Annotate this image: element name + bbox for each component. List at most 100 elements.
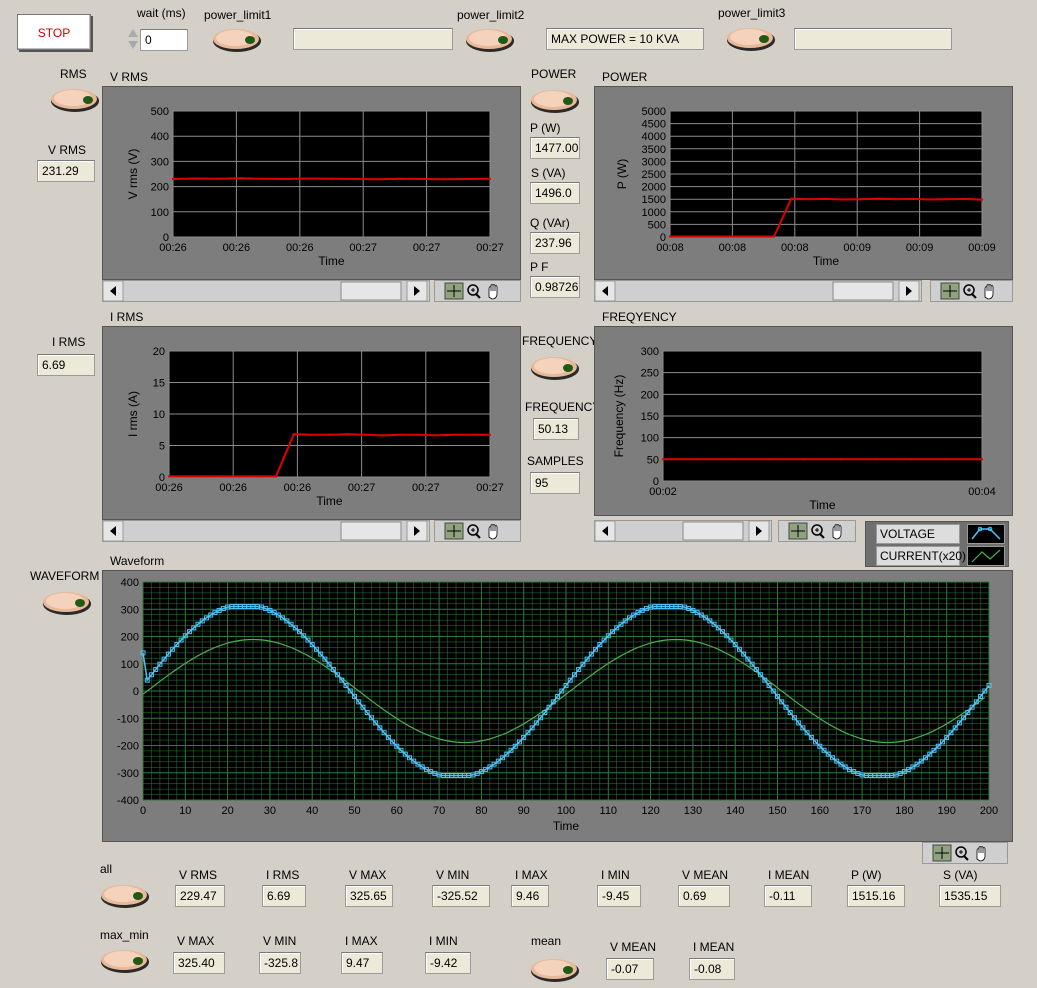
- data-point: [466, 178, 469, 181]
- stat-all-label-2: V MAX: [349, 868, 387, 882]
- graph-palette-icons[interactable]: [435, 521, 515, 541]
- y-tick-label: -100: [117, 713, 139, 725]
- rms-led[interactable]: [50, 87, 100, 113]
- data-point: [839, 458, 842, 461]
- data-point: [364, 433, 367, 436]
- data-point: [945, 458, 948, 461]
- y-tick-label: -400: [117, 795, 139, 807]
- legend-current-swatch[interactable]: [967, 546, 1005, 566]
- data-point: [382, 434, 384, 437]
- x-tick-label: 00:26: [219, 482, 247, 494]
- x-tick-label: 70: [433, 805, 445, 817]
- stat-all-label-0: V RMS: [179, 868, 218, 882]
- stat-all-value-4: 9.46: [511, 885, 549, 907]
- data-point: [874, 458, 877, 461]
- x-tick-label: 90: [518, 805, 530, 817]
- current-line-icon: [971, 549, 1001, 563]
- power-graph-palette[interactable]: [930, 280, 1013, 302]
- stat-mean-value-0: -0.07: [606, 958, 654, 980]
- irms-graph-palette[interactable]: [434, 520, 521, 542]
- data-point: [353, 178, 356, 181]
- y-tick-label: 3000: [642, 156, 666, 168]
- graph-palette-icons[interactable]: [435, 281, 515, 301]
- graph-palette-icons[interactable]: [931, 281, 1011, 301]
- data-point: [262, 177, 265, 180]
- scrollbar-arrows-icon[interactable]: [102, 520, 429, 542]
- legend-voltage-swatch[interactable]: [967, 524, 1005, 544]
- data-point: [471, 433, 474, 436]
- x-tick-label: 20: [221, 805, 233, 817]
- data-point: [825, 197, 827, 200]
- data-point: [375, 178, 378, 181]
- wait-spinner[interactable]: [127, 27, 139, 51]
- frequency-button-label: FREQUENCY: [522, 334, 598, 348]
- frequency-chart: 05010015020025030000:02 00:04TimeFrequenc…: [612, 346, 996, 512]
- stat-maxmin-value-3: -9.42: [425, 952, 471, 974]
- x-tick-label: 100: [557, 805, 575, 817]
- power-chart: 0500100015002000250030003500400045005000…: [615, 106, 996, 268]
- data-point: [489, 177, 491, 180]
- frequency-chart-panel: 0 50 100 150 200 250 300 00:02 00:04 Time Frequenc…: [594, 326, 1013, 516]
- graph-palette-icons[interactable]: [923, 843, 1003, 863]
- data-point: [217, 177, 220, 180]
- y-tick-label: 400: [121, 577, 139, 589]
- frequency-led[interactable]: [530, 355, 580, 381]
- spinner-arrows-icon[interactable]: [127, 27, 139, 51]
- x-tick-label: 60: [391, 805, 403, 817]
- data-point: [203, 475, 206, 478]
- data-point: [803, 458, 806, 461]
- stop-button[interactable]: STOP: [17, 14, 91, 50]
- data-point: [346, 433, 349, 436]
- led-button-icon: [531, 90, 579, 113]
- power-scrollbar[interactable]: [594, 280, 922, 302]
- mean-led[interactable]: [530, 957, 580, 983]
- data-point: [398, 177, 401, 180]
- waveform-graph-palette[interactable]: [922, 842, 1008, 864]
- y-tick-label: 300: [641, 346, 659, 358]
- y-tick-label: 1000: [642, 207, 666, 219]
- scrollbar-arrows-icon[interactable]: [594, 280, 921, 302]
- data-point: [755, 235, 758, 238]
- scrollbar-arrows-icon[interactable]: [594, 520, 771, 542]
- x-axis-title: Time: [809, 498, 836, 512]
- x-tick-label: 00:08: [719, 242, 747, 254]
- x-tick-label: 00:27: [476, 242, 504, 254]
- vrms-graph-palette[interactable]: [434, 280, 521, 302]
- graph-palette-icons[interactable]: [779, 521, 859, 541]
- frequency-chart-title: FREQYENCY: [602, 310, 677, 324]
- y-tick-label: 4000: [642, 131, 666, 143]
- power-limit1-led[interactable]: [212, 27, 262, 53]
- stat-all-label-1: I RMS: [266, 868, 300, 882]
- power-chart-panel: 0 500 1000 1500 2000 2500 3000 3500 4000 4500 5000…: [594, 86, 1013, 280]
- y-tick-label: 500: [648, 219, 666, 231]
- power-limit2-label: power_limit2: [457, 8, 525, 22]
- vrms-scrollbar[interactable]: [102, 280, 430, 302]
- power-limit2-led[interactable]: [465, 27, 515, 53]
- data-point: [877, 197, 879, 200]
- y-tick-label: -200: [117, 741, 139, 753]
- x-tick-label: 0: [140, 805, 146, 817]
- waveform-led[interactable]: [42, 590, 92, 616]
- vrms-chart-panel: 0 100 200 300 400 500 00:26 00:26 00:26 00:27 00:2…: [102, 86, 521, 280]
- power-limit1-indicator: [293, 28, 453, 50]
- stat-maxmin-value-2: 9.47: [341, 952, 383, 974]
- led-button-icon: [531, 357, 579, 380]
- data-point: [911, 197, 914, 200]
- x-tick-label: 120: [641, 805, 659, 817]
- power-led[interactable]: [530, 88, 580, 114]
- all-led[interactable]: [100, 883, 150, 909]
- data-point: [239, 475, 242, 478]
- wait-input[interactable]: 0: [140, 29, 188, 51]
- data-point: [662, 458, 664, 461]
- frequency-scrollbar[interactable]: [594, 520, 772, 542]
- stat-all-value-5: -9.45: [597, 885, 641, 907]
- x-tick-label: 30: [264, 805, 276, 817]
- y-tick-label: 10: [153, 409, 165, 421]
- irms-scrollbar[interactable]: [102, 520, 430, 542]
- power-limit3-led[interactable]: [726, 26, 776, 52]
- y-tick-label: 250: [641, 368, 659, 380]
- max-min-led[interactable]: [100, 948, 150, 974]
- scrollbar-arrows-icon[interactable]: [102, 280, 429, 302]
- x-tick-label: 00:08: [656, 242, 684, 254]
- frequency-graph-palette[interactable]: [778, 520, 856, 542]
